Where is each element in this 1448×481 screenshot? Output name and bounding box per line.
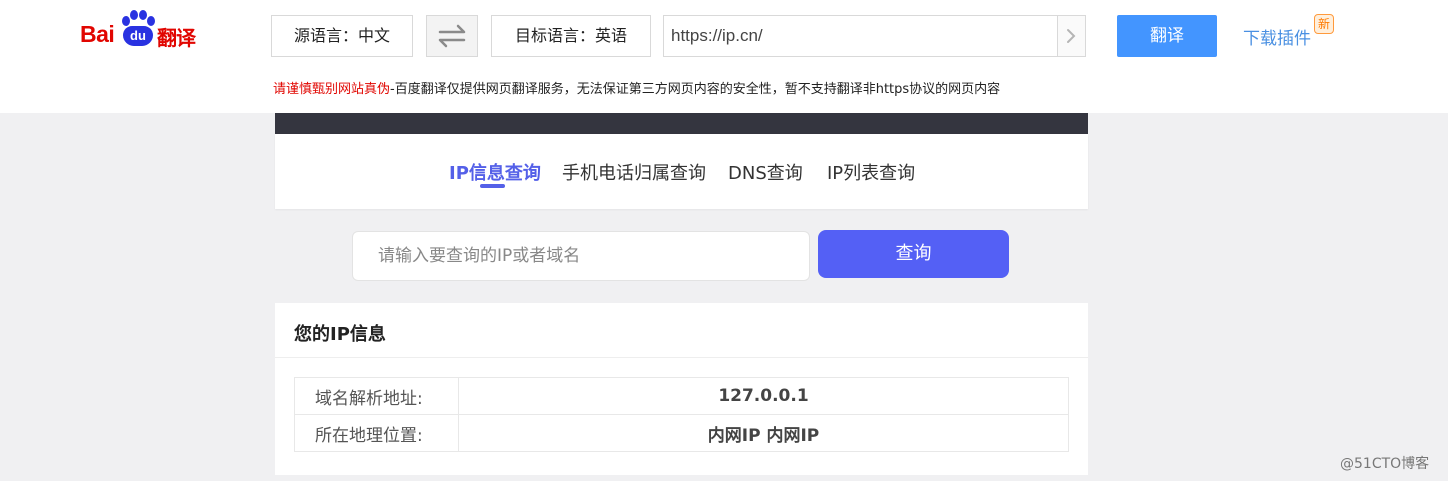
row-value: 内网IP 内网IP (458, 414, 1069, 452)
ip-info-title: 您的IP信息 (294, 324, 386, 345)
swap-icon (438, 24, 466, 48)
row-value: 127.0.0.1 (458, 377, 1069, 415)
url-field (663, 15, 1086, 57)
watermark: @51CTO博客 (1340, 456, 1430, 472)
notice-text: -百度翻译仅提供网页翻译服务，无法保证第三方网页内容的安全性，暂不支持翻译非ht… (390, 82, 1001, 97)
row-key: 所在地理位置: (294, 414, 459, 452)
translate-toolbar: Bai du 翻译 源语言：中文 目标语言：英语 翻译 下载插件 新 (0, 0, 1448, 113)
translate-button[interactable]: 翻译 (1117, 15, 1217, 57)
active-tab-indicator (480, 184, 505, 188)
tab-ip-info[interactable]: IP信息查询 (449, 159, 541, 185)
ip-info-card: 您的IP信息 域名解析地址: 127.0.0.1 所在地理位置: 内网IP 内网… (275, 303, 1088, 475)
ip-info-table: 域名解析地址: 127.0.0.1 所在地理位置: 内网IP 内网IP (294, 377, 1069, 452)
site-header-bar (275, 113, 1088, 134)
translation-notice: 请谨慎甄别网站真伪-百度翻译仅提供网页翻译服务，无法保证第三方网页内容的安全性，… (273, 78, 1000, 97)
baidu-fanyi-logo[interactable]: Bai du 翻译 (80, 8, 205, 52)
paw-icon: du (120, 10, 158, 50)
logo-du-text: du (123, 26, 153, 46)
table-row: 域名解析地址: 127.0.0.1 (294, 377, 1069, 415)
tab-dns[interactable]: DNS查询 (728, 159, 803, 185)
tab-phone-location[interactable]: 手机电话归属查询 (562, 159, 706, 185)
url-input[interactable] (664, 16, 1058, 56)
target-language-select[interactable]: 目标语言：英语 (491, 15, 651, 57)
query-tabs: IP信息查询 手机电话归属查询 DNS查询 IP列表查询 (275, 134, 1088, 209)
source-language-select[interactable]: 源语言：中文 (271, 15, 413, 57)
new-badge: 新 (1314, 14, 1334, 34)
download-plugin-link[interactable]: 下载插件 (1243, 24, 1311, 49)
divider (275, 357, 1088, 358)
ip-search-input[interactable] (352, 231, 810, 281)
swap-languages-button[interactable] (426, 15, 478, 57)
url-go-button[interactable] (1057, 16, 1085, 56)
logo-bai-text: Bai (80, 21, 115, 47)
chevron-right-icon (1067, 29, 1076, 43)
table-row: 所在地理位置: 内网IP 内网IP (294, 414, 1069, 452)
logo-fanyi-text: 翻译 (157, 26, 196, 50)
row-key: 域名解析地址: (294, 377, 459, 415)
query-button[interactable]: 查询 (818, 230, 1009, 278)
notice-warning: 请谨慎甄别网站真伪 (273, 82, 391, 97)
tab-ip-list[interactable]: IP列表查询 (827, 159, 915, 185)
